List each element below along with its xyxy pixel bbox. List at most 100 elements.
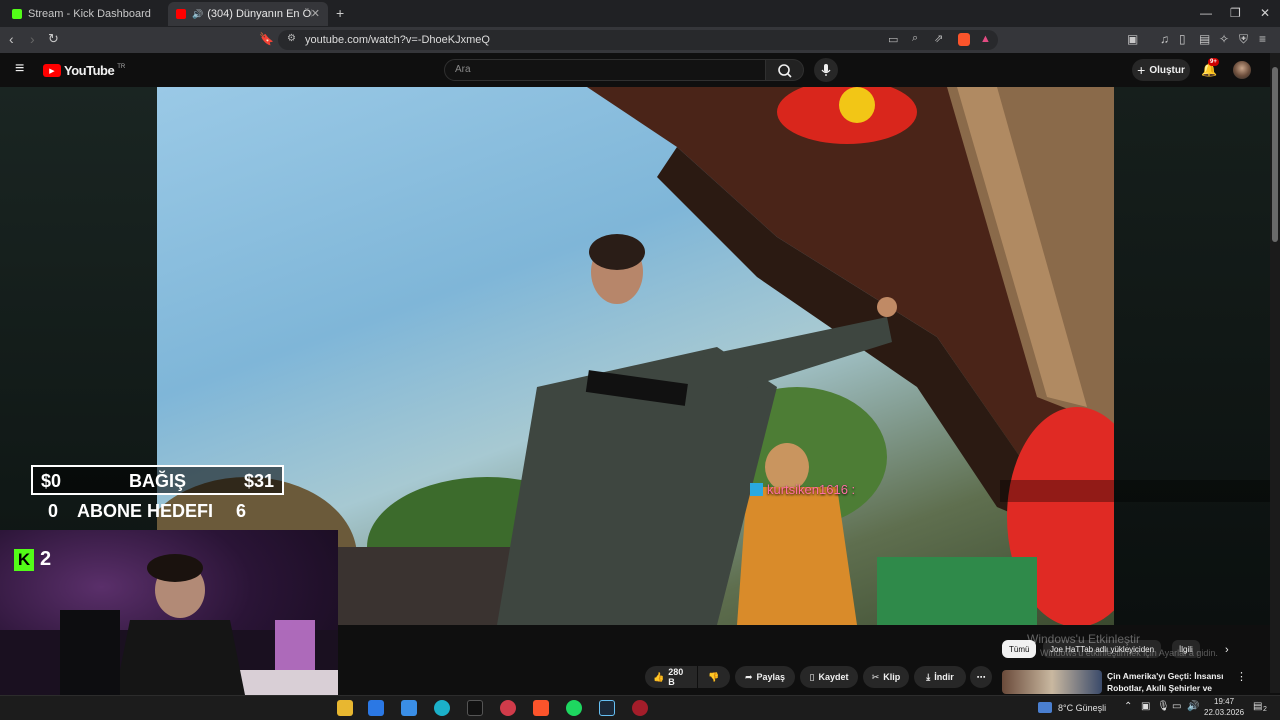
download-button[interactable]: ⤓ İndir — [914, 666, 966, 688]
donation-widget: $0 BAĞIŞ $31 — [31, 465, 284, 495]
hamburger-menu-icon[interactable]: ≡ — [15, 61, 24, 77]
steam-icon[interactable] — [599, 700, 615, 716]
menu-icon[interactable]: ≡ — [1259, 32, 1266, 46]
tab-youtube-video[interactable]: 🔊 (304) Dünyanın En Ölümcül K ✕ — [168, 2, 328, 26]
like-count: 280 B — [668, 667, 684, 687]
youtube-logo-text: YouTube — [64, 63, 115, 78]
tab-close-icon[interactable]: ✕ — [311, 7, 320, 20]
back-icon[interactable]: ‹ — [9, 32, 14, 46]
tab-kick-dashboard[interactable]: Stream - Kick Dashboard — [4, 2, 164, 26]
chat-overlay-band — [1000, 480, 1270, 502]
clock-time[interactable]: 19:47 — [1214, 697, 1234, 706]
file-explorer-icon[interactable] — [337, 700, 353, 716]
clock-date[interactable]: 22.03.2026 — [1204, 708, 1244, 717]
page-scrollbar[interactable] — [1270, 53, 1280, 693]
subgoal-target: 6 — [236, 501, 247, 521]
create-label: Oluştur — [1149, 64, 1185, 76]
avatar[interactable] — [1233, 61, 1251, 79]
media-icon[interactable]: ♫ — [1160, 32, 1169, 46]
edge-icon[interactable] — [434, 700, 450, 716]
recommendation-thumbnail[interactable] — [1002, 670, 1102, 694]
address-bar[interactable]: ⚙ youtube.com/watch?v=-DhoeKJxmeQ ▭ ⌕ ⇗ … — [278, 30, 998, 50]
kick-viewer-count: 2 — [40, 548, 52, 570]
notification-center-count: 2 — [1263, 706, 1267, 713]
more-actions-button[interactable]: ⋯ — [970, 666, 992, 688]
create-button[interactable]: + Oluştur — [1132, 59, 1190, 81]
recommendation-menu-icon[interactable]: ⋮ — [1236, 670, 1247, 683]
spotify-icon[interactable] — [566, 700, 582, 716]
brave-icon[interactable] — [533, 700, 549, 716]
vpn-icon[interactable]: ⛨ — [1239, 32, 1248, 46]
new-tab-button[interactable]: + — [336, 5, 344, 21]
chat-badge-icon — [750, 483, 763, 496]
browser-toolbar: ‹ › ↻ 🔖 ⚙ youtube.com/watch?v=-DhoeKJxme… — [0, 27, 1280, 53]
youtube-play-icon: ▶ — [43, 64, 61, 77]
voice-search-button[interactable] — [814, 58, 838, 82]
tray-app-icon[interactable]: ▣ — [1141, 701, 1150, 712]
network-icon[interactable]: ▭ — [1172, 701, 1181, 712]
download-label: İndir — [934, 672, 954, 682]
url-text: youtube.com/watch?v=-DhoeKJxmeQ — [305, 34, 490, 46]
search-input[interactable]: Ara — [444, 59, 766, 81]
app-dark-red-icon[interactable] — [632, 700, 648, 716]
speaker-icon: 🔊 — [192, 8, 204, 19]
kick-favicon-icon — [12, 9, 22, 19]
scrollbar-thumb[interactable] — [1272, 67, 1278, 242]
save-button[interactable]: ▯ Kaydet — [800, 666, 858, 688]
weather-text[interactable]: 8°C Güneşli — [1058, 703, 1106, 713]
chat-username: kurtsiken1616 : — [767, 482, 856, 497]
minimize-button[interactable]: — — [1200, 6, 1212, 20]
dislike-button[interactable]: 👎 — [698, 666, 730, 688]
share-icon: ➦ — [744, 671, 753, 682]
bookmark-icon[interactable]: 🔖 — [259, 32, 274, 46]
download-icon: ⤓ — [926, 671, 931, 682]
share-page-icon[interactable]: ⇗ — [934, 32, 943, 45]
kick-viewer-badge: K 2 — [14, 548, 51, 571]
youtube-logo[interactable]: ▶ YouTube TR — [43, 63, 125, 78]
like-button[interactable]: 👍 280 B — [645, 666, 697, 688]
video-side-panel-right — [1114, 87, 1270, 625]
volume-icon[interactable]: 🔊 — [1187, 701, 1199, 712]
notifications-button[interactable]: 🔔 9+ — [1201, 58, 1219, 79]
mail-icon[interactable] — [401, 700, 417, 716]
tray-expand-icon[interactable]: ⌃ — [1124, 701, 1132, 712]
reader-mode-icon[interactable]: ▭ — [888, 33, 898, 46]
thumbs-down-icon: 👎 — [708, 671, 720, 682]
microphone-tray-icon[interactable]: 🎙 — [1157, 701, 1170, 712]
brave-rewards-icon[interactable]: ▲ — [980, 33, 991, 45]
wallet-icon[interactable]: ▤ — [1199, 32, 1210, 46]
notification-center-icon[interactable]: ▤ — [1253, 701, 1262, 712]
store-icon[interactable] — [368, 700, 384, 716]
zoom-icon[interactable]: ⌕ — [912, 32, 918, 45]
share-label: Paylaş — [756, 672, 786, 682]
youtube-favicon-icon — [176, 9, 186, 19]
site-info-icon[interactable]: ⚙ — [287, 33, 296, 44]
close-window-button[interactable]: ✕ — [1260, 6, 1270, 20]
brave-shields-icon[interactable] — [958, 33, 970, 46]
leo-ai-icon[interactable]: ✧ — [1219, 32, 1229, 46]
chat-message: kurtsiken1616 : — [750, 482, 855, 497]
tiktok-icon[interactable] — [467, 700, 483, 716]
forward-icon[interactable]: › — [30, 32, 35, 46]
microphone-icon — [821, 64, 831, 76]
search-button[interactable] — [766, 59, 804, 81]
weather-icon — [1038, 702, 1052, 713]
app-red-icon[interactable] — [500, 700, 516, 716]
clip-label: Klip — [883, 672, 901, 682]
clip-button[interactable]: ✂ Klip — [863, 666, 909, 688]
search-placeholder: Ara — [455, 64, 471, 75]
tab-title: (304) Dünyanın En Ölümcül K — [207, 8, 312, 20]
subscriber-goal-widget: 0 ABONE HEDEFI 6 — [31, 497, 284, 525]
tab-title: Stream - Kick Dashboard — [28, 8, 151, 20]
region-code: TR — [117, 63, 126, 70]
donation-goal: $31 — [243, 471, 274, 491]
reload-icon[interactable]: ↻ — [48, 32, 59, 46]
plus-icon: + — [1137, 62, 1146, 78]
maximize-button[interactable]: ❐ — [1230, 6, 1241, 20]
sidebar-icon[interactable]: ▯ — [1179, 32, 1186, 46]
chips-next-icon[interactable]: › — [1225, 644, 1229, 656]
windows-activation-watermark: Windows'u Etkinleştir — [1027, 632, 1140, 646]
browser-tab-bar: Stream - Kick Dashboard 🔊 (304) Dünyanın… — [0, 0, 1280, 27]
share-button[interactable]: ➦ Paylaş — [735, 666, 795, 688]
screenshot-icon[interactable]: ▣ — [1127, 32, 1138, 46]
